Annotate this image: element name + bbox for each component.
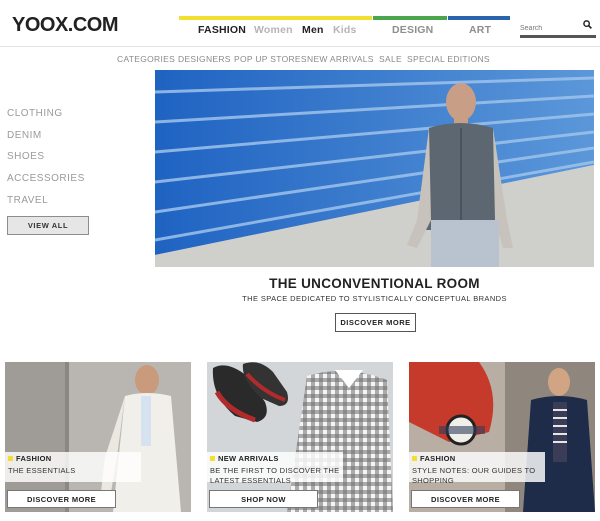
card-description: BE THE FIRST TO DISCOVER THE LATEST ESSE… (210, 466, 340, 485)
nav-art[interactable]: ART (469, 24, 491, 36)
card-description: STYLE NOTES: OUR GUIDES TO SHOPPING (412, 466, 536, 485)
sidebar-item-travel[interactable]: TRAVEL (7, 195, 48, 206)
yoox-homepage: YOOX.COM FASHION Women Men Kids DESIGN A… (0, 0, 600, 521)
hero-photo (155, 70, 594, 267)
subnav-sale[interactable]: SALE (379, 54, 402, 64)
sidebar-item-accessories[interactable]: ACCESSORIES (7, 173, 85, 184)
tag-marker-icon (8, 456, 13, 461)
view-all-button[interactable]: VIEW ALL (7, 216, 89, 235)
nav-women[interactable]: Women (254, 24, 293, 36)
promo-card-style-notes[interactable]: FASHION STYLE NOTES: OUR GUIDES TO SHOPP… (409, 362, 595, 512)
art-section-bar (448, 16, 510, 20)
card-discover-more-button[interactable]: DISCOVER MORE (411, 490, 520, 508)
subnav-pop-up-stores[interactable]: POP UP STORES (234, 54, 307, 64)
card-tag-label: FASHION (420, 454, 456, 463)
subnav-new-arrivals[interactable]: NEW ARRIVALS (307, 54, 374, 64)
secondary-nav: CATEGORIES DESIGNERS POP UP STORES NEW A… (0, 46, 600, 64)
card-tag: NEW ARRIVALS (210, 454, 279, 463)
subnav-special-editions[interactable]: SPECIAL EDITIONS (407, 54, 490, 64)
site-logo[interactable]: YOOX.COM (12, 14, 119, 37)
search-icon[interactable] (583, 20, 592, 29)
sidebar-item-clothing[interactable]: CLOTHING (7, 108, 63, 119)
nav-kids[interactable]: Kids (333, 24, 357, 36)
card-tag-label: NEW ARRIVALS (218, 454, 279, 463)
tag-marker-icon (210, 456, 215, 461)
card-description: THE ESSENTIALS (8, 466, 76, 475)
sidebar-item-denim[interactable]: DENIM (7, 130, 42, 141)
hero-title: THE UNCONVENTIONAL ROOM (269, 276, 480, 291)
tag-marker-icon (412, 456, 417, 461)
card-shop-now-button[interactable]: SHOP NOW (209, 490, 318, 508)
search-box (520, 17, 596, 38)
search-input[interactable] (520, 23, 580, 32)
promo-card-new-arrivals[interactable]: NEW ARRIVALS BE THE FIRST TO DISCOVER TH… (207, 362, 393, 512)
card-tag-label: FASHION (16, 454, 52, 463)
subnav-categories[interactable]: CATEGORIES (117, 54, 175, 64)
promo-card-essentials[interactable]: FASHION THE ESSENTIALS DISCOVER MORE (5, 362, 191, 512)
hero-banner-image[interactable] (155, 70, 594, 267)
nav-men[interactable]: Men (302, 24, 324, 36)
fashion-section-bar (179, 16, 372, 20)
hero-discover-more-button[interactable]: DISCOVER MORE (335, 313, 416, 332)
design-section-bar (373, 16, 447, 20)
sidebar-item-shoes[interactable]: SHOES (7, 151, 45, 162)
hero-subtitle: THE SPACE DEDICATED TO STYLISTICALLY CON… (242, 294, 507, 303)
subnav-designers[interactable]: DESIGNERS (178, 54, 231, 64)
nav-fashion[interactable]: FASHION (198, 24, 246, 36)
card-tag: FASHION (412, 454, 455, 463)
nav-design[interactable]: DESIGN (392, 24, 433, 36)
card-discover-more-button[interactable]: DISCOVER MORE (7, 490, 116, 508)
card-tag: FASHION (8, 454, 51, 463)
